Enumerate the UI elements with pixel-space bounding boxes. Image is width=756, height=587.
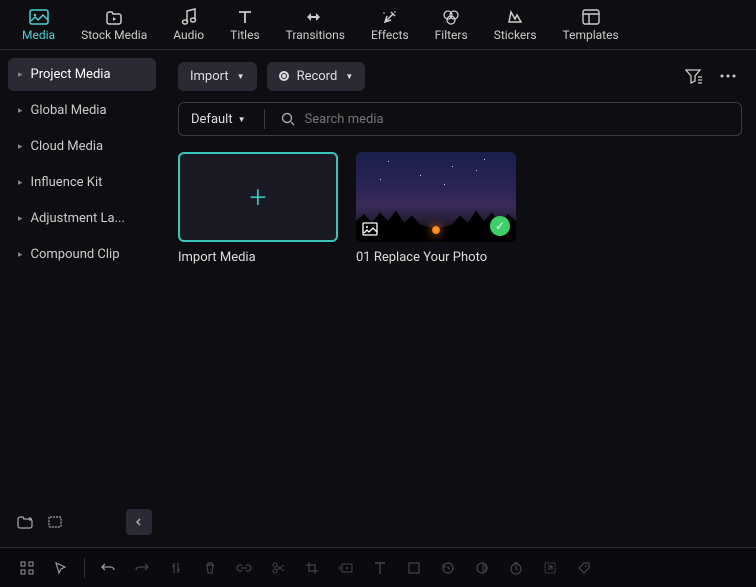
sort-select[interactable]: Default ▼	[179, 103, 258, 135]
stickers-icon	[505, 8, 525, 26]
card-label: 01 Replace Your Photo	[356, 250, 516, 265]
tab-media[interactable]: Media	[20, 6, 57, 44]
scale-button[interactable]	[535, 553, 565, 583]
tab-stickers[interactable]: Stickers	[492, 6, 539, 44]
chevron-down-icon: ▼	[345, 72, 353, 81]
tab-label: Effects	[371, 28, 409, 42]
grid-icon[interactable]	[12, 553, 42, 583]
import-media-button[interactable]: +	[178, 152, 338, 242]
sidebar: ▸ Project Media ▸ Global Media ▸ Cloud Medi…	[0, 50, 164, 547]
chevron-right-icon: ▸	[18, 214, 23, 224]
sort-label: Default	[191, 112, 233, 127]
tab-templates[interactable]: Templates	[561, 6, 621, 44]
tab-stock-media[interactable]: Stock Media	[79, 6, 149, 44]
titles-icon	[235, 8, 255, 26]
search-input[interactable]	[305, 103, 741, 135]
speed-button[interactable]	[331, 553, 361, 583]
chevron-down-icon: ▼	[238, 115, 246, 124]
text-button[interactable]	[365, 553, 395, 583]
sidebar-item-label: Global Media	[31, 103, 107, 118]
history-button[interactable]	[433, 553, 463, 583]
image-type-icon	[362, 222, 378, 236]
chevron-right-icon: ▸	[18, 106, 23, 116]
thumbnail-artwork	[432, 226, 440, 234]
tab-label: Transitions	[286, 28, 345, 42]
separator	[84, 558, 85, 578]
sidebar-item-label: Cloud Media	[31, 139, 104, 154]
chevron-right-icon: ▸	[18, 70, 23, 80]
tab-effects[interactable]: Effects	[369, 6, 411, 44]
search-icon	[271, 112, 305, 126]
media-grid: + Import Media ✓ 01 Replace Your Photo	[178, 152, 742, 265]
timer-button[interactable]	[501, 553, 531, 583]
chevron-right-icon: ▸	[18, 178, 23, 188]
link-button[interactable]	[229, 553, 259, 583]
plus-icon: +	[250, 180, 267, 215]
tab-filters[interactable]: Filters	[433, 6, 470, 44]
media-thumbnail[interactable]: ✓	[356, 152, 516, 242]
sidebar-item-global-media[interactable]: ▸ Global Media	[8, 94, 156, 127]
media-card: ✓ 01 Replace Your Photo	[356, 152, 516, 265]
chevron-right-icon: ▸	[18, 142, 23, 152]
tab-label: Stock Media	[81, 28, 147, 42]
redo-button[interactable]	[127, 553, 157, 583]
undo-button[interactable]	[93, 553, 123, 583]
sidebar-item-label: Compound Clip	[31, 247, 120, 262]
delete-button[interactable]	[195, 553, 225, 583]
templates-icon	[581, 8, 601, 26]
tab-audio[interactable]: Audio	[171, 6, 206, 44]
sidebar-item-adjustment-layer[interactable]: ▸ Adjustment La...	[8, 202, 156, 235]
card-label: Import Media	[178, 250, 338, 265]
separator	[264, 109, 265, 129]
chevron-right-icon: ▸	[18, 250, 23, 260]
scissors-button[interactable]	[263, 553, 293, 583]
content-toolbar: Import ▼ Record ▼	[178, 60, 742, 92]
tab-label: Media	[22, 28, 55, 42]
import-label: Import	[190, 69, 229, 84]
tab-label: Stickers	[494, 28, 537, 42]
record-button[interactable]: Record ▼	[267, 62, 366, 91]
sidebar-item-compound-clip[interactable]: ▸ Compound Clip	[8, 238, 156, 271]
record-icon	[279, 71, 289, 81]
sidebar-item-influence-kit[interactable]: ▸ Influence Kit	[8, 166, 156, 199]
marker-button[interactable]	[161, 553, 191, 583]
collapse-sidebar-button[interactable]	[126, 509, 152, 535]
tag-button[interactable]	[569, 553, 599, 583]
tab-label: Audio	[173, 28, 204, 42]
stock-icon	[104, 8, 124, 26]
cursor-icon[interactable]	[46, 553, 76, 583]
transitions-icon	[305, 8, 325, 26]
media-icon	[29, 8, 49, 26]
filters-icon	[441, 8, 461, 26]
chevron-down-icon: ▼	[237, 72, 245, 81]
audio-icon	[179, 8, 199, 26]
content-area: Import ▼ Record ▼ Default ▼ + Import Media	[164, 50, 756, 547]
color-button[interactable]	[467, 553, 497, 583]
tab-label: Filters	[435, 28, 468, 42]
tab-titles[interactable]: Titles	[228, 6, 261, 44]
import-button[interactable]: Import ▼	[178, 62, 257, 91]
new-bin-button[interactable]	[42, 509, 68, 535]
sidebar-item-label: Project Media	[31, 67, 111, 82]
sidebar-item-project-media[interactable]: ▸ Project Media	[8, 58, 156, 91]
check-badge-icon: ✓	[490, 216, 510, 236]
search-bar: Default ▼	[178, 102, 742, 136]
filter-button[interactable]	[680, 62, 708, 90]
tab-transitions[interactable]: Transitions	[284, 6, 347, 44]
new-folder-button[interactable]	[12, 509, 38, 535]
import-media-card: + Import Media	[178, 152, 338, 265]
crop-button[interactable]	[297, 553, 327, 583]
sidebar-item-cloud-media[interactable]: ▸ Cloud Media	[8, 130, 156, 163]
sidebar-item-label: Influence Kit	[31, 175, 103, 190]
tab-label: Templates	[563, 28, 619, 42]
sidebar-item-label: Adjustment La...	[31, 211, 125, 226]
shape-button[interactable]	[399, 553, 429, 583]
effects-icon	[380, 8, 400, 26]
more-button[interactable]	[714, 62, 742, 90]
timeline-toolbar	[0, 547, 756, 587]
tab-label: Titles	[230, 28, 259, 42]
top-tabs: Media Stock Media Audio Titles Transitio…	[0, 0, 756, 50]
record-label: Record	[297, 69, 338, 84]
